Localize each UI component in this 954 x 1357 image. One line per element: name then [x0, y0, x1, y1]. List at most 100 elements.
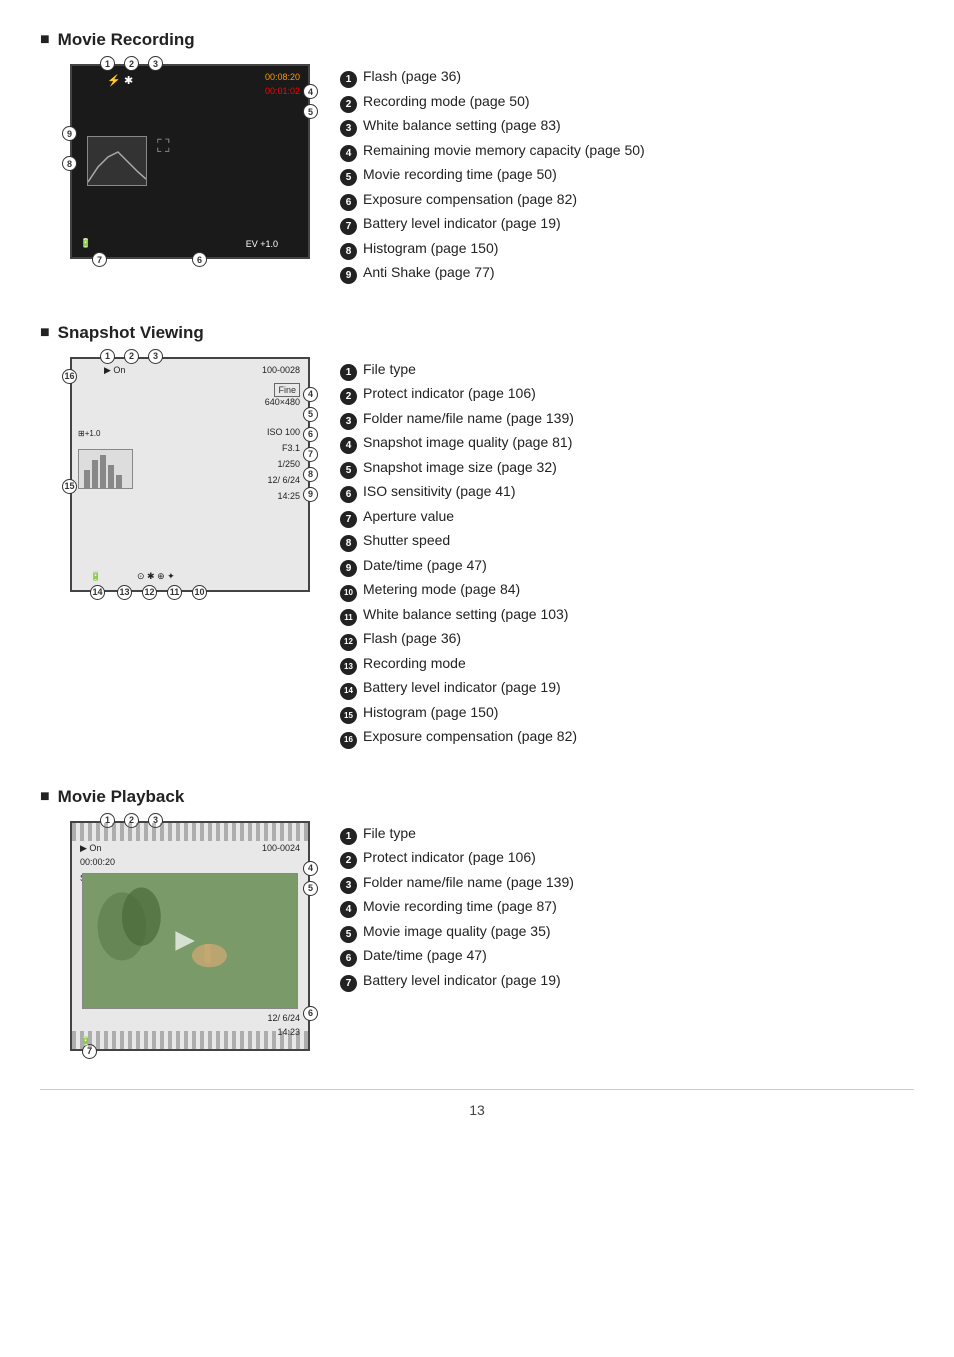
diag-label-9: 9: [62, 126, 77, 141]
snapshot-viewing-content: 1 2 3 4 5 6 7 8 9 10 11 12 13 14 15 16 ▶…: [40, 357, 914, 749]
list-item: 4Snapshot image quality (page 81): [340, 430, 577, 455]
item-num: 1: [340, 364, 357, 381]
pb-progress-top: [72, 823, 308, 841]
diag-label-2: 2: [124, 56, 139, 71]
list-item: 5Movie image quality (page 35): [340, 919, 574, 944]
list-item: 9Date/time (page 47): [340, 553, 577, 578]
sn-ev: ⊞+1.0: [78, 429, 101, 438]
sn-label-3: 3: [148, 349, 163, 364]
item-num: 7: [340, 975, 357, 992]
diag-label-6: 6: [192, 252, 207, 267]
item-num: 16: [340, 732, 357, 749]
diag-label-5: 5: [303, 104, 318, 119]
item-num: 5: [340, 926, 357, 943]
item-num: 4: [340, 437, 357, 454]
list-item: 16Exposure compensation (page 82): [340, 724, 577, 749]
pb-image-area: [82, 873, 298, 1009]
movie-recording-content: 1 2 3 4 5 6 7 8 9 ⚡ ✱ 00:08:20 00:01:02: [40, 64, 914, 285]
list-item: 3Folder name/file name (page 139): [340, 406, 577, 431]
movie-recording-section: Movie Recording 1 2 3 4 5 6 7 8 9: [40, 30, 914, 285]
movie-playback-content: 1 2 3 4 5 6 7 ▶ On 100-0024 00:00:20 STD: [40, 821, 914, 1051]
item-num: 5: [340, 169, 357, 186]
list-item: 1File type: [340, 357, 577, 382]
item-num: 4: [340, 145, 357, 162]
item-num: 15: [340, 707, 357, 724]
list-item: 9Anti Shake (page 77): [340, 260, 645, 285]
item-num: 3: [340, 120, 357, 137]
snapshot-viewing-items: 1File type 2Protect indicator (page 106)…: [340, 357, 577, 749]
sn-iso: ISO 100: [267, 427, 300, 437]
item-num: 5: [340, 462, 357, 479]
sn-label-4: 4: [303, 387, 318, 402]
item-num: 6: [340, 950, 357, 967]
snapshot-viewing-section: Snapshot Viewing 1 2 3 4 5 6 7 8 9 10 11…: [40, 323, 914, 749]
pb-rec-time: 00:00:20: [80, 857, 115, 867]
snapshot-viewing-title: Snapshot Viewing: [40, 323, 914, 343]
list-item: 12Flash (page 36): [340, 626, 577, 651]
list-item: 15Histogram (page 150): [340, 700, 577, 725]
list-item: 5Snapshot image size (page 32): [340, 455, 577, 480]
list-item: 4Movie recording time (page 87): [340, 894, 574, 919]
movie-recording-title: Movie Recording: [40, 30, 914, 50]
sn-label-16: 16: [62, 369, 77, 384]
playback-screen: 1 2 3 4 5 6 7 ▶ On 100-0024 00:00:20 STD: [70, 821, 310, 1051]
sn-label-9: 9: [303, 487, 318, 502]
list-item: 4Remaining movie memory capacity (page 5…: [340, 138, 645, 163]
movie-rec-screen: 1 2 3 4 5 6 7 8 9 ⚡ ✱ 00:08:20 00:01:02: [70, 64, 310, 259]
anti-shake-icon: ⛶: [157, 136, 170, 157]
list-item: 10Metering mode (page 84): [340, 577, 577, 602]
rec-flash-icon: ⚡: [107, 74, 121, 87]
pb-file-icon: ▶ On: [80, 843, 101, 854]
item-num: 7: [340, 511, 357, 528]
item-num: 6: [340, 194, 357, 211]
item-num: 12: [340, 634, 357, 651]
pb-label-6: 6: [303, 1006, 318, 1021]
sn-file-icon: ▶ On: [104, 365, 125, 376]
movie-playback-items: 1File type 2Protect indicator (page 106)…: [340, 821, 574, 993]
list-item: 2Protect indicator (page 106): [340, 845, 574, 870]
sn-label-11: 11: [167, 585, 182, 600]
pb-label-5: 5: [303, 881, 318, 896]
sn-label-7: 7: [303, 447, 318, 462]
item-num: 9: [340, 560, 357, 577]
page-number: 13: [40, 1089, 914, 1118]
list-item: 6Exposure compensation (page 82): [340, 187, 645, 212]
item-num: 3: [340, 413, 357, 430]
item-num: 3: [340, 877, 357, 894]
diag-label-1: 1: [100, 56, 115, 71]
rec-time-remaining: 00:08:20: [265, 72, 300, 82]
pb-label-4: 4: [303, 861, 318, 876]
sn-shutter: 1/250: [277, 459, 300, 469]
diag-label-3: 3: [148, 56, 163, 71]
item-num: 4: [340, 901, 357, 918]
pb-date: 12/ 6/24: [267, 1013, 300, 1023]
list-item: 5Movie recording time (page 50): [340, 162, 645, 187]
sn-label-12: 12: [142, 585, 157, 600]
item-num: 11: [340, 609, 357, 626]
list-item: 11White balance setting (page 103): [340, 602, 577, 627]
item-num: 8: [340, 243, 357, 260]
sn-date: 12/ 6/24: [267, 475, 300, 485]
sn-label-13: 13: [117, 585, 132, 600]
list-item: 3White balance setting (page 83): [340, 113, 645, 138]
sn-label-6: 6: [303, 427, 318, 442]
diag-label-8: 8: [62, 156, 77, 171]
diag-label-4: 4: [303, 84, 318, 99]
rec-mode-icon: ✱: [124, 74, 133, 87]
list-item: 2Recording mode (page 50): [340, 89, 645, 114]
sn-histogram: [78, 449, 133, 489]
movie-playback-section: Movie Playback 1 2 3 4 5 6 7 ▶ On 100-00…: [40, 787, 914, 1051]
movie-playback-title: Movie Playback: [40, 787, 914, 807]
list-item: 6Date/time (page 47): [340, 943, 574, 968]
movie-playback-diagram: 1 2 3 4 5 6 7 ▶ On 100-0024 00:00:20 STD: [40, 821, 310, 1051]
pb-image-svg: [83, 874, 297, 1008]
list-item: 7Aperture value: [340, 504, 577, 529]
item-num: 2: [340, 388, 357, 405]
sn-folder: 100-0028: [262, 365, 300, 375]
rec-time-elapsed: 00:01:02: [265, 86, 300, 96]
sn-label-14: 14: [90, 585, 105, 600]
sn-label-5: 5: [303, 407, 318, 422]
list-item: 1Flash (page 36): [340, 64, 645, 89]
histogram-area: [87, 136, 147, 186]
item-num: 14: [340, 683, 357, 700]
